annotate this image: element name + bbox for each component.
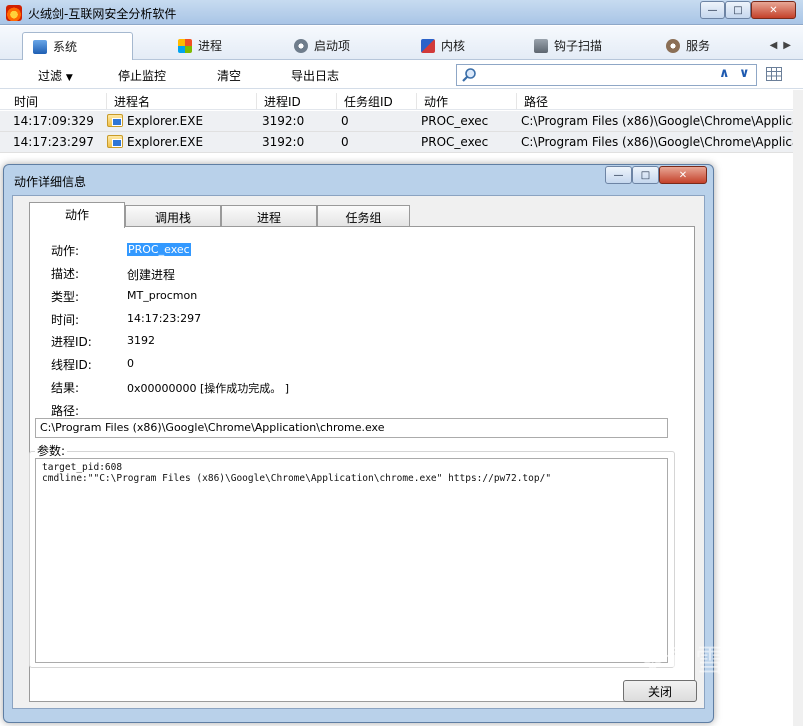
tab-label: 钩子扫描 — [554, 39, 603, 53]
watermark-text: 看雪 — [665, 644, 726, 679]
dialog-caption-buttons: — □ ✕ — [605, 165, 709, 185]
snowflake-icon: ❄ — [640, 644, 666, 679]
gear-icon — [294, 38, 308, 53]
main-tab-strip: 系统 进程 启动项 内核 钩子扫描 服务 ◀▶ — [0, 26, 803, 60]
action-detail-dialog: 动作详细信息 — □ ✕ 动作 调用栈 进程 任务组 动作: PROC_exec… — [3, 164, 714, 723]
maximize-button[interactable]: □ — [725, 1, 751, 19]
row-time: 14:17:23:297 — [13, 135, 94, 149]
field-value-description[interactable]: 创建进程 — [127, 266, 175, 283]
dialog-minimize-button[interactable]: — — [605, 166, 632, 184]
column-header-action[interactable]: 动作 — [416, 93, 448, 109]
title-bar: 火绒剑-互联网安全分析软件 — □ ✕ — [0, 0, 803, 25]
field-value-result[interactable]: 0x00000000 [操作成功完成。 ] — [127, 380, 289, 396]
field-label-description: 描述: — [51, 267, 80, 281]
tab-scroll-arrows[interactable]: ◀▶ — [770, 40, 797, 51]
column-header-path[interactable]: 路径 — [516, 93, 548, 109]
row-group: 0 — [341, 135, 349, 149]
field-value-type[interactable]: MT_procmon — [127, 289, 197, 302]
column-header-time[interactable]: 时间 — [7, 93, 38, 109]
monitor-icon — [33, 39, 47, 54]
close-button[interactable]: ✕ — [751, 1, 796, 19]
hook-icon — [534, 38, 548, 53]
export-log-button[interactable]: 导出日志 — [291, 67, 339, 84]
path-field[interactable]: C:\Program Files (x86)\Google\Chrome\App… — [35, 418, 668, 438]
field-label-action: 动作: — [51, 244, 80, 258]
search-prev-button[interactable]: ∧ — [719, 66, 730, 81]
tab-system[interactable]: 系统 — [22, 32, 133, 60]
table-row[interactable]: 14:17:09:329 Explorer.EXE 3192:0 0 PROC_… — [0, 111, 803, 132]
path-label: 路径: — [51, 404, 80, 418]
column-header-process-name[interactable]: 进程名 — [106, 93, 150, 109]
close-dialog-button[interactable]: 关闭 — [623, 680, 697, 702]
table-row[interactable]: 14:17:23:297 Explorer.EXE 3192:0 0 PROC_… — [0, 132, 803, 153]
row-process: Explorer.EXE — [127, 114, 204, 128]
search-next-button[interactable]: ∨ — [739, 66, 750, 81]
row-action: PROC_exec — [421, 135, 489, 149]
field-value-tid[interactable]: 0 — [127, 357, 134, 370]
column-grid-icon[interactable] — [766, 67, 782, 81]
row-time: 14:17:09:329 — [13, 114, 94, 128]
tab-process[interactable]: 进程 — [168, 32, 232, 59]
tab-hook-scan[interactable]: 钩子扫描 — [524, 32, 612, 59]
row-path: C:\Program Files (x86)\Google\Chrome\App… — [521, 114, 797, 128]
row-pid: 3192:0 — [262, 135, 305, 149]
dropdown-arrow-icon: ▼ — [65, 73, 73, 83]
row-action: PROC_exec — [421, 114, 489, 128]
params-label: 参数: — [35, 442, 68, 459]
tab-scroll-left-icon[interactable]: ◀ — [770, 40, 784, 51]
service-gear-icon — [666, 38, 680, 53]
explorer-folder-icon — [107, 135, 123, 148]
huorong-app-icon — [6, 5, 22, 21]
windows-flag-icon — [178, 38, 192, 53]
tab-label: 系统 — [53, 40, 78, 54]
field-label-pid: 进程ID: — [51, 335, 92, 349]
dialog-tab-task-group[interactable]: 任务组 — [317, 205, 410, 227]
kanxue-watermark: ❄看雪 — [640, 636, 725, 680]
window-title: 火绒剑-互联网安全分析软件 — [28, 7, 177, 21]
dialog-title: 动作详细信息 — [14, 175, 87, 189]
kernel-icon — [421, 38, 435, 53]
field-value-pid[interactable]: 3192 — [127, 334, 155, 347]
dialog-tab-call-stack[interactable]: 调用栈 — [125, 205, 221, 227]
row-process: Explorer.EXE — [127, 135, 204, 149]
row-path: C:\Program Files (x86)\Google\Chrome\App… — [521, 135, 797, 149]
field-value-time[interactable]: 14:17:23:297 — [127, 312, 201, 325]
minimize-button[interactable]: — — [700, 1, 725, 19]
params-textarea[interactable]: target_pid:608 cmdline:""C:\Program File… — [35, 458, 668, 663]
toolbar: 过滤 ▼ 停止监控 清空 导出日志 ∧ ∨ — [0, 61, 803, 89]
dialog-tab-process[interactable]: 进程 — [221, 205, 317, 227]
search-box: ∧ ∨ — [456, 64, 757, 86]
dialog-tab-action[interactable]: 动作 — [29, 202, 125, 228]
row-group: 0 — [341, 114, 349, 128]
event-list-header: 时间 进程名 进程ID 任务组ID 动作 路径 — [0, 90, 803, 110]
row-pid: 3192:0 — [262, 114, 305, 128]
clear-button[interactable]: 清空 — [217, 67, 241, 84]
search-icon — [462, 68, 476, 82]
dialog-maximize-button[interactable]: □ — [632, 166, 659, 184]
field-label-time: 时间: — [51, 313, 80, 327]
search-input[interactable] — [481, 66, 691, 84]
field-label-tid: 线程ID: — [51, 358, 92, 372]
tab-kernel[interactable]: 内核 — [411, 32, 475, 59]
tab-services[interactable]: 服务 — [656, 32, 720, 59]
tab-label: 启动项 — [314, 39, 351, 53]
filter-label: 过滤 — [38, 69, 63, 83]
explorer-folder-icon — [107, 114, 123, 127]
tab-scroll-right-icon[interactable]: ▶ — [783, 40, 797, 51]
tab-startup[interactable]: 启动项 — [284, 32, 360, 59]
vertical-scrollbar[interactable] — [793, 90, 803, 726]
tab-label: 内核 — [441, 39, 466, 53]
tab-label: 服务 — [686, 39, 711, 53]
field-label-type: 类型: — [51, 290, 80, 304]
tab-label: 进程 — [198, 39, 223, 53]
dialog-body: 动作 调用栈 进程 任务组 动作: PROC_exec 描述: 创建进程 类型:… — [12, 195, 705, 709]
stop-monitor-button[interactable]: 停止监控 — [118, 67, 166, 84]
filter-button[interactable]: 过滤 ▼ — [38, 67, 73, 84]
column-header-pid[interactable]: 进程ID — [256, 93, 301, 109]
dialog-close-x-button[interactable]: ✕ — [659, 166, 707, 184]
field-value-action[interactable]: PROC_exec — [127, 243, 191, 256]
column-header-group-id[interactable]: 任务组ID — [336, 93, 393, 109]
field-label-result: 结果: — [51, 381, 80, 395]
